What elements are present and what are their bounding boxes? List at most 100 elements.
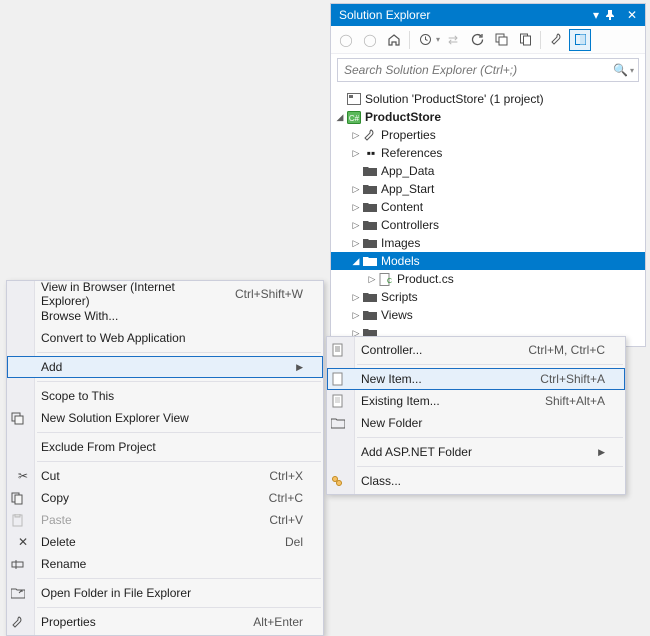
pin-icon[interactable] [605,10,623,20]
tree-label: References [381,146,442,160]
references-icon: ▪▪ [363,146,379,160]
menu-label: Delete [35,535,261,549]
folder-icon [363,292,379,303]
menu-properties[interactable]: Properties Alt+Enter [7,611,323,633]
tree-node-appstart[interactable]: ▷ App_Start [331,180,645,198]
menu-shortcut: Ctrl+M, Ctrl+C [528,343,605,357]
menu-separator [37,578,321,579]
search-dropdown-icon[interactable]: ▾ [630,66,634,75]
dropdown-icon[interactable]: ▾ [436,35,440,44]
menu-open-folder[interactable]: Open Folder in File Explorer [7,582,323,604]
show-all-files-icon[interactable] [514,29,536,51]
submenu-new-item[interactable]: New Item... Ctrl+Shift+A [327,368,625,390]
menu-label: View in Browser (Internet Explorer) [35,280,211,308]
tree-node-product-cs[interactable]: ▷ C# Product.cs [331,270,645,288]
menu-add[interactable]: Add ▶ [7,356,323,378]
menu-convert-web-app[interactable]: Convert to Web Application [7,327,323,349]
submenu-arrow-icon: ▶ [291,362,303,373]
close-icon[interactable]: ✕ [623,8,641,22]
wrench-icon [11,616,35,629]
sync-icon[interactable]: ⇄ [442,29,464,51]
submenu-new-folder[interactable]: New Folder [327,412,625,434]
collapse-all-icon[interactable] [490,29,512,51]
back-icon[interactable]: ◯ [335,29,357,51]
menu-label: New Folder [355,416,605,430]
solution-icon [347,93,363,105]
menu-separator [357,466,623,467]
paste-icon [11,514,35,527]
menu-separator [357,364,623,365]
folder-open-icon [363,256,379,267]
menu-copy[interactable]: Copy Ctrl+C [7,487,323,509]
menu-label: New Item... [355,372,516,386]
menu-shortcut: Ctrl+V [269,513,303,527]
cut-icon: ✂ [11,469,35,483]
csharp-project-icon: C# [347,111,363,124]
pending-changes-icon[interactable] [414,29,436,51]
home-icon[interactable] [383,29,405,51]
menu-cut[interactable]: ✂ Cut Ctrl+X [7,465,323,487]
menu-label: Copy [35,491,245,505]
menu-label: Class... [355,474,605,488]
submenu-existing-item[interactable]: Existing Item... Shift+Alt+A [327,390,625,412]
solution-explorer-panel: Solution Explorer ▾ ✕ ◯ ◯ ▾ ⇄ [330,3,646,347]
folder-icon [363,238,379,249]
menu-shortcut: Ctrl+X [269,469,303,483]
search-icon[interactable]: 🔍 [613,63,628,77]
tree-node-content[interactable]: ▷ Content [331,198,645,216]
menu-label: Add [35,360,291,374]
tree-node-appdata[interactable]: App_Data [331,162,645,180]
menu-exclude[interactable]: Exclude From Project [7,436,323,458]
menu-browse-with[interactable]: Browse With... [7,305,323,327]
window-menu-icon[interactable]: ▾ [587,8,605,22]
properties-icon[interactable] [545,29,567,51]
menu-label: Browse With... [35,309,303,323]
refresh-icon[interactable] [466,29,488,51]
controller-icon [331,343,355,357]
menu-delete[interactable]: ✕ Delete Del [7,531,323,553]
menu-shortcut: Ctrl+Shift+W [235,287,303,301]
tree-node-controllers[interactable]: ▷ Controllers [331,216,645,234]
menu-separator [357,437,623,438]
solution-node[interactable]: Solution 'ProductStore' (1 project) [331,90,645,108]
submenu-aspnet-folder[interactable]: Add ASP.NET Folder ▶ [327,441,625,463]
tree-node-references[interactable]: ▷ ▪▪ References [331,144,645,162]
existing-item-icon [331,394,355,408]
submenu-controller[interactable]: Controller... Ctrl+M, Ctrl+C [327,339,625,361]
menu-rename[interactable]: Rename [7,553,323,575]
menu-label: Paste [35,513,245,527]
menu-new-view[interactable]: New Solution Explorer View [7,407,323,429]
solution-tree: Solution 'ProductStore' (1 project) ◢ C#… [331,86,645,346]
folder-icon [363,202,379,213]
tree-label: Images [381,236,420,250]
solution-label: Solution 'ProductStore' (1 project) [365,92,544,106]
tree-node-views[interactable]: ▷ Views [331,306,645,324]
tree-label: App_Start [381,182,434,196]
tree-node-properties[interactable]: ▷ Properties [331,126,645,144]
tree-label: Models [381,254,420,268]
forward-icon[interactable]: ◯ [359,29,381,51]
preview-icon[interactable] [569,29,591,51]
search-box[interactable]: 🔍 ▾ [337,58,639,82]
menu-label: Cut [35,469,245,483]
project-node[interactable]: ◢ C# ProductStore [331,108,645,126]
tree-label: Content [381,200,423,214]
menu-label: Existing Item... [355,394,521,408]
tree-node-models[interactable]: ◢ Models [331,252,645,270]
menu-scope[interactable]: Scope to This [7,385,323,407]
panel-title-text: Solution Explorer [339,8,430,22]
menu-label: Add ASP.NET Folder [355,445,593,459]
search-input[interactable] [342,62,613,78]
add-submenu: Controller... Ctrl+M, Ctrl+C New Item...… [326,336,626,495]
tree-node-scripts[interactable]: ▷ Scripts [331,288,645,306]
delete-icon: ✕ [11,535,35,549]
menu-shortcut: Del [285,535,303,549]
tree-label: App_Data [381,164,434,178]
menu-separator [37,352,321,353]
submenu-class[interactable]: Class... [327,470,625,492]
menu-shortcut: Shift+Alt+A [545,394,605,408]
menu-label: New Solution Explorer View [35,411,303,425]
tree-node-images[interactable]: ▷ Images [331,234,645,252]
menu-view-in-browser[interactable]: View in Browser (Internet Explorer) Ctrl… [7,283,323,305]
tree-label: Product.cs [397,272,454,286]
